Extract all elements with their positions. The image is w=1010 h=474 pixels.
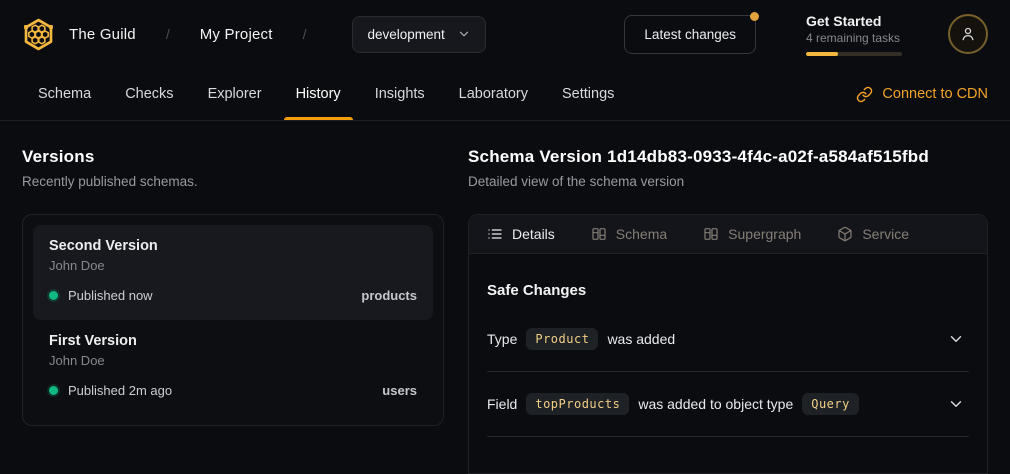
main-nav: Schema Checks Explorer History Insights … <box>0 68 1010 121</box>
version-service-name: users <box>382 383 417 398</box>
version-author: John Doe <box>49 353 417 368</box>
schema-version-subtitle: Detailed view of the schema version <box>468 174 988 189</box>
breadcrumb-org[interactable]: The Guild <box>69 26 136 43</box>
change-text: Field <box>487 396 517 412</box>
change-text: was added to object type <box>638 396 793 412</box>
breadcrumb: The Guild / My Project / development <box>22 16 486 53</box>
version-author: John Doe <box>49 258 417 273</box>
tab-schema-view[interactable]: Schema <box>591 226 667 242</box>
tab-laboratory[interactable]: Laboratory <box>459 68 528 120</box>
breadcrumb-separator: / <box>303 26 307 42</box>
published-status-icon <box>49 386 58 395</box>
get-started-widget[interactable]: Get Started 4 remaining tasks <box>806 13 902 56</box>
tab-label: Supergraph <box>728 226 801 242</box>
tab-settings[interactable]: Settings <box>562 68 614 120</box>
latest-changes-label: Latest changes <box>644 27 736 42</box>
change-row[interactable]: Field topProducts was added to object ty… <box>487 372 969 437</box>
schema-version-panel: Details Schema <box>468 214 988 474</box>
code-badge: Product <box>526 328 598 350</box>
versions-section: Versions Recently published schemas. Sec… <box>22 147 444 474</box>
chevron-down-icon[interactable] <box>947 330 965 348</box>
version-title: First Version <box>49 333 417 349</box>
tab-label: Schema <box>616 226 667 242</box>
tab-label: Service <box>862 226 909 242</box>
published-status-icon <box>49 291 58 300</box>
tab-label: Details <box>512 226 555 242</box>
change-row[interactable]: Type Product was added <box>487 307 969 372</box>
tab-supergraph[interactable]: Supergraph <box>703 226 801 242</box>
person-icon <box>959 25 977 43</box>
connect-to-cdn-label: Connect to CDN <box>882 86 988 102</box>
version-status: Published now <box>68 288 153 303</box>
version-list-item[interactable]: First Version John Doe Published 2m ago … <box>33 320 433 415</box>
code-badge: Query <box>802 393 859 415</box>
chevron-down-icon <box>457 27 471 41</box>
chevron-down-icon[interactable] <box>947 395 965 413</box>
tab-history[interactable]: History <box>296 68 341 120</box>
safe-changes-heading: Safe Changes <box>487 282 969 299</box>
list-icon <box>487 226 503 242</box>
version-service-name: products <box>361 288 417 303</box>
connect-to-cdn-link[interactable]: Connect to CDN <box>856 68 988 120</box>
columns-icon <box>703 226 719 242</box>
detail-tab-list: Details Schema <box>469 215 987 254</box>
get-started-subtitle: 4 remaining tasks <box>806 31 902 45</box>
columns-icon <box>591 226 607 242</box>
progress-fill <box>806 52 838 56</box>
change-text: Type <box>487 331 517 347</box>
schema-version-title: Schema Version 1d14db83-0933-4f4c-a02f-a… <box>468 147 988 167</box>
target-selector[interactable]: development <box>352 16 485 53</box>
user-avatar[interactable] <box>948 14 988 54</box>
nav-tab-list: Schema Checks Explorer History Insights … <box>38 68 614 120</box>
versions-subtitle: Recently published schemas. <box>22 174 444 189</box>
version-meta-row: Published 2m ago users <box>49 383 417 398</box>
link-icon <box>856 86 873 103</box>
schema-version-section: Schema Version 1d14db83-0933-4f4c-a02f-a… <box>468 147 988 474</box>
tab-details[interactable]: Details <box>487 226 555 242</box>
top-header: The Guild / My Project / development Lat… <box>0 0 1010 68</box>
tab-schema[interactable]: Schema <box>38 68 91 120</box>
tab-checks[interactable]: Checks <box>125 68 173 120</box>
guild-logo-icon[interactable] <box>22 17 55 52</box>
target-selector-value: development <box>367 27 444 42</box>
tab-explorer[interactable]: Explorer <box>208 68 262 120</box>
version-meta-row: Published now products <box>49 288 417 303</box>
change-text: was added <box>607 331 675 347</box>
version-title: Second Version <box>49 238 417 254</box>
versions-list: Second Version John Doe Published now pr… <box>22 214 444 426</box>
app-root: The Guild / My Project / development Lat… <box>0 0 1010 474</box>
get-started-title: Get Started <box>806 13 902 29</box>
version-status: Published 2m ago <box>68 383 172 398</box>
tab-insights[interactable]: Insights <box>375 68 425 120</box>
versions-title: Versions <box>22 147 444 167</box>
tab-service[interactable]: Service <box>837 226 909 242</box>
breadcrumb-project[interactable]: My Project <box>200 26 273 43</box>
breadcrumb-separator: / <box>166 26 170 42</box>
detail-content: Safe Changes Type Product was added Fiel… <box>469 254 987 437</box>
get-started-progress-track <box>806 52 902 56</box>
main-content: Versions Recently published schemas. Sec… <box>0 121 1010 474</box>
notification-dot <box>750 12 759 21</box>
latest-changes-button[interactable]: Latest changes <box>624 15 756 54</box>
version-list-item[interactable]: Second Version John Doe Published now pr… <box>33 225 433 320</box>
cube-icon <box>837 226 853 242</box>
code-badge: topProducts <box>526 393 629 415</box>
